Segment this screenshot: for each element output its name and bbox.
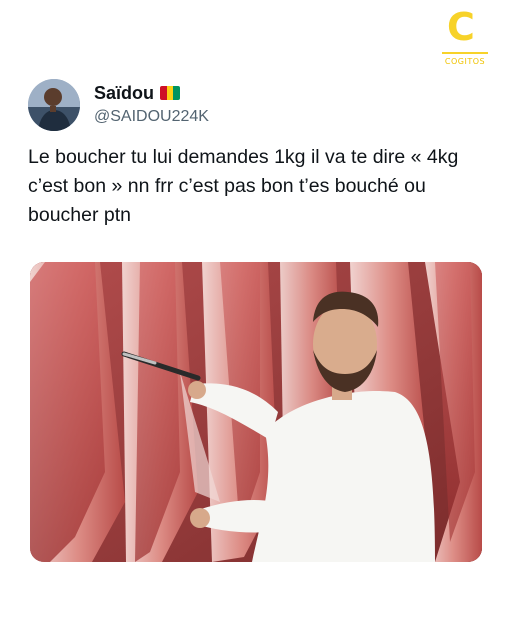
cogitos-logo: C COGITOS — [440, 8, 490, 66]
tweet-photo[interactable] — [30, 262, 482, 562]
tweet-text: Le boucher tu lui demandes 1kg il va te … — [28, 146, 459, 226]
logo-text: COGITOS — [444, 57, 486, 66]
author-handle[interactable]: @SAIDOU224K — [94, 106, 209, 128]
avatar[interactable] — [28, 79, 80, 131]
user-info: Saïdou @SAIDOU224K — [94, 82, 209, 128]
logo-underline — [442, 52, 488, 54]
tweet-header: Saïdou @SAIDOU224K — [28, 78, 209, 132]
butcher-photo-image — [30, 262, 482, 562]
author-name[interactable]: Saïdou — [94, 82, 154, 104]
logo-letter: C — [447, 5, 475, 49]
guinea-flag-icon — [160, 86, 181, 100]
name-row: Saïdou — [94, 82, 209, 104]
avatar-image — [28, 79, 80, 131]
